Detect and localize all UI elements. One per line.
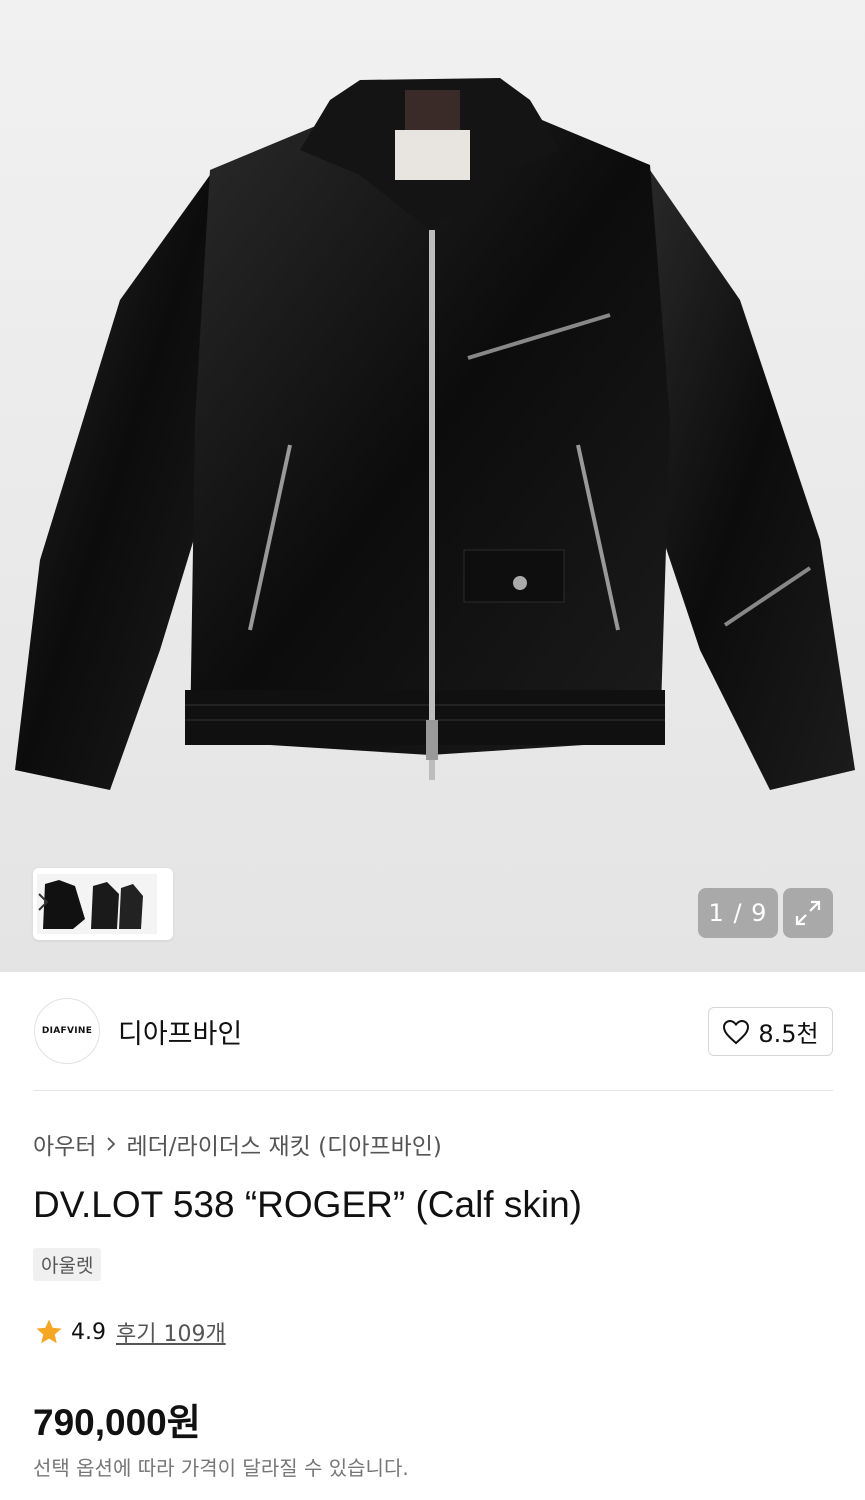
price-note: 선택 옵션에 따라 가격이 달라질 수 있습니다.	[33, 1456, 409, 1480]
star-icon	[36, 1319, 62, 1344]
brand-logo-text: DIAFVINE	[41, 1026, 93, 1036]
chevron-right-icon	[38, 893, 49, 911]
like-count: 8.5천	[758, 1020, 819, 1048]
breadcrumb-level2[interactable]: 레더/라이더스 재킷 (디아프바인)	[126, 1127, 441, 1161]
heart-icon	[723, 1019, 750, 1044]
image-counter: 1 / 9	[698, 888, 778, 938]
chevron-right-icon	[107, 1137, 116, 1151]
brand-name[interactable]: 디아프바인	[118, 1012, 242, 1051]
breadcrumb: 아우터 레더/라이더스 재킷 (디아프바인)	[33, 1127, 442, 1161]
thumbnail-strip[interactable]	[33, 868, 173, 940]
divider	[33, 1090, 833, 1091]
like-button[interactable]: 8.5천	[708, 1007, 833, 1056]
product-photo-jacket	[15, 78, 855, 790]
expand-button[interactable]	[783, 888, 833, 938]
product-price: 790,000원	[33, 1402, 201, 1443]
outlet-tag-label: 아울렛	[41, 1255, 94, 1277]
product-title: DV.LOT 538 “ROGER” (Calf skin)	[33, 1184, 582, 1225]
brand-logo[interactable]: DIAFVINE	[34, 998, 100, 1064]
review-link[interactable]: 후기 109개	[116, 1316, 226, 1348]
expand-icon	[795, 900, 821, 926]
product-image-gallery[interactable]: 1 / 9	[0, 0, 865, 972]
rating-value: 4.9	[71, 1319, 106, 1345]
thumbnail-images	[37, 874, 157, 934]
breadcrumb-level1[interactable]: 아우터	[33, 1127, 96, 1161]
outlet-tag: 아울렛	[33, 1248, 102, 1281]
rating-row: 4.9 후기 109개	[33, 1316, 226, 1348]
